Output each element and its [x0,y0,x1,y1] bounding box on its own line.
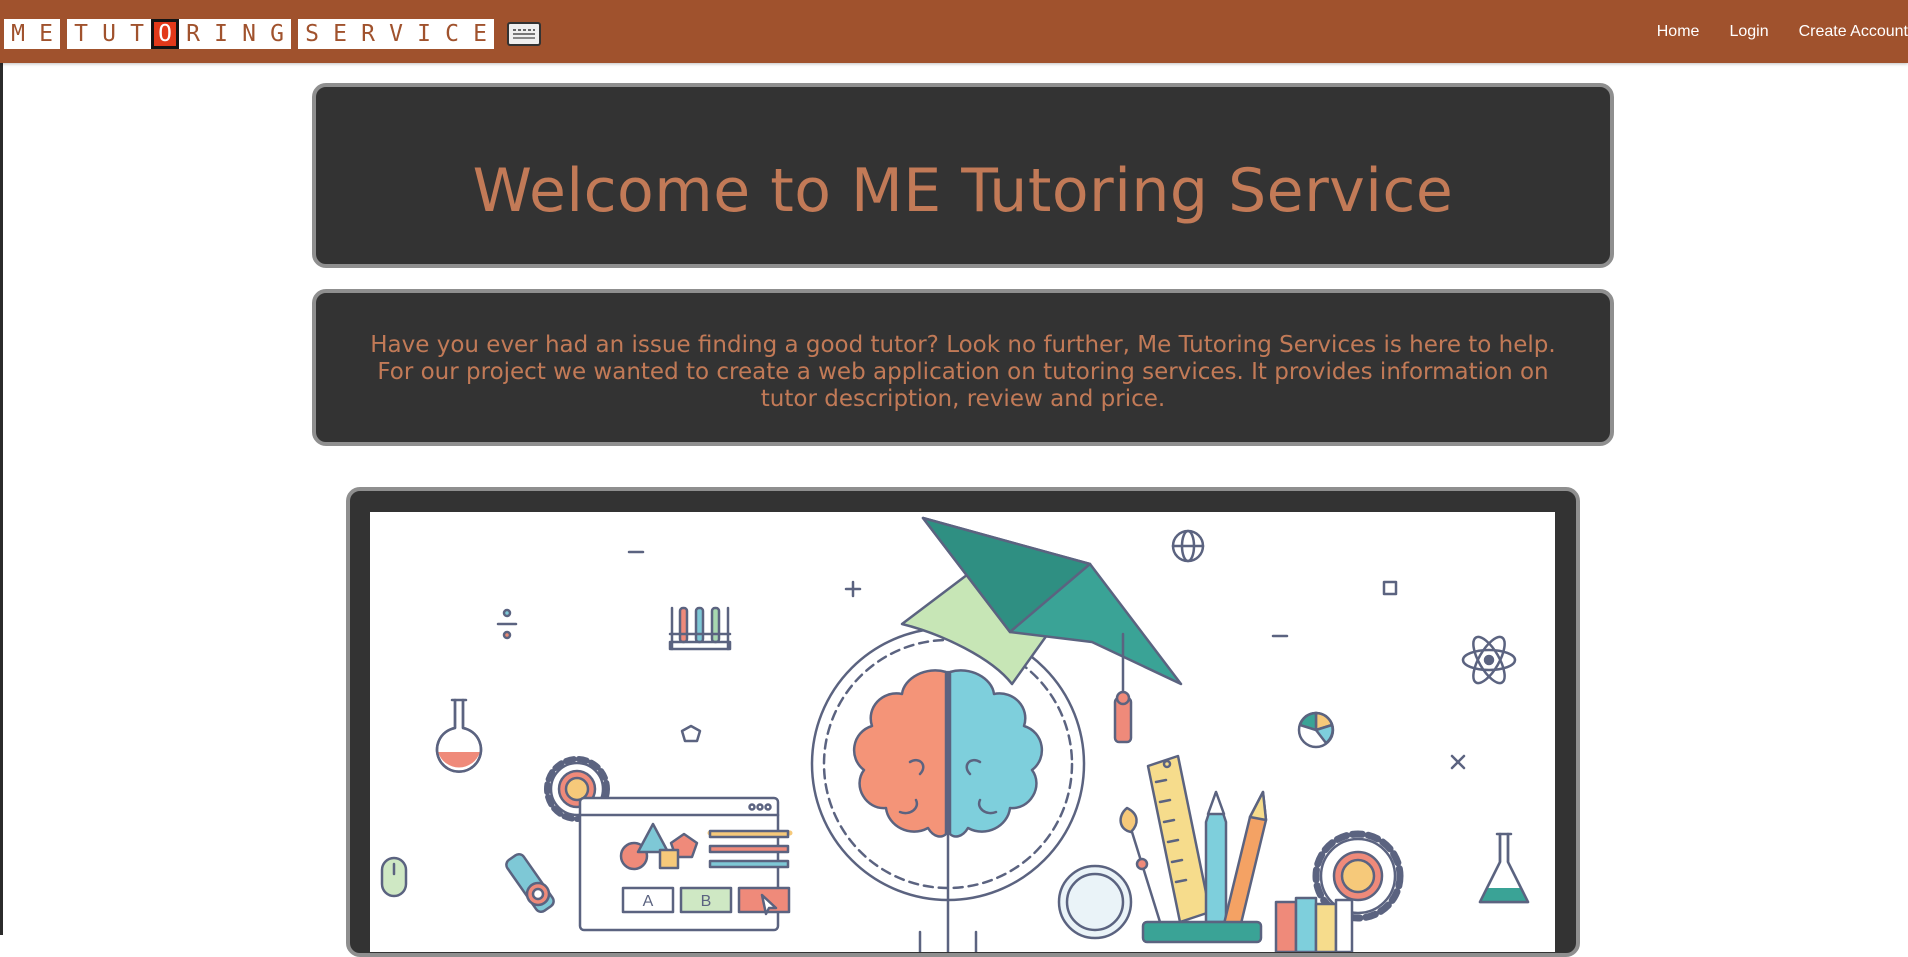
fountain-pen-icon [1204,790,1228,924]
keyboard-icon [507,22,541,46]
brand-logo[interactable]: M E T U T O R I N G S E R V I C E [4,19,541,49]
logo-letter: V [389,21,403,47]
nav-links: Home Login Create Account [1627,0,1908,63]
logo-letter: C [445,21,459,47]
welcome-panel: Welcome to ME Tutoring Service [312,83,1614,268]
logo-letter: N [242,21,256,47]
globe-icon [1171,529,1205,563]
pen-cup-icon [1141,920,1263,944]
nav-create-account-link[interactable]: Create Account [1799,23,1908,41]
square-mark-icon [1382,580,1398,596]
about-panel: Have you ever had an issue finding a goo… [312,289,1614,446]
logo-word-service: S E R V I C E [298,19,494,49]
logo-letter: R [361,21,375,47]
logo-letter-highlighted: O [151,19,179,49]
brain-icon [810,626,1086,952]
logo-letter: S [305,21,319,47]
logo-letter: E [473,21,487,47]
education-illustration: A B [370,512,1555,952]
tile-b-label: B [701,893,712,910]
logo-word-tutoring: T U T O R I N G [67,19,291,49]
cross-mark-icon [1450,754,1466,770]
flask-icon [1478,832,1530,904]
divide-mark-icon [496,608,518,640]
atom-icon [1461,635,1517,685]
monitor-icon [578,796,793,932]
logo-letter: I [417,21,431,47]
tile-a-label: A [643,893,654,910]
logo-letter: T [130,21,144,47]
page-title: Welcome to ME Tutoring Service [472,156,1454,226]
pie-chart-icon [1297,711,1335,749]
logo-letter: I [214,21,228,47]
logo-letter: T [74,21,88,47]
nav-home-link[interactable]: Home [1657,23,1700,41]
navbar: M E T U T O R I N G S E R V I C E Home L… [0,0,1908,63]
flask-icon [435,698,483,773]
mouse-icon [380,856,408,898]
microscope-icon [505,852,555,914]
logo-letter: G [270,21,284,47]
logo-letter: E [39,21,53,47]
ruler-icon [1146,754,1212,924]
logo-letter: E [333,21,347,47]
pencil-icon [1220,790,1268,938]
logo-letter: M [11,21,25,47]
magnifier-icon [1057,864,1133,940]
about-text: Have you ever had an issue finding a goo… [370,332,1556,412]
logo-word-me: M E [4,19,60,49]
books-icon [1274,896,1354,952]
pentagon-mark-icon [680,724,702,743]
test-tubes-icon [668,606,732,651]
logo-letter: R [186,21,200,47]
logo-letter: U [102,21,116,47]
window-left-edge [0,63,3,935]
nav-login-link[interactable]: Login [1729,23,1768,41]
